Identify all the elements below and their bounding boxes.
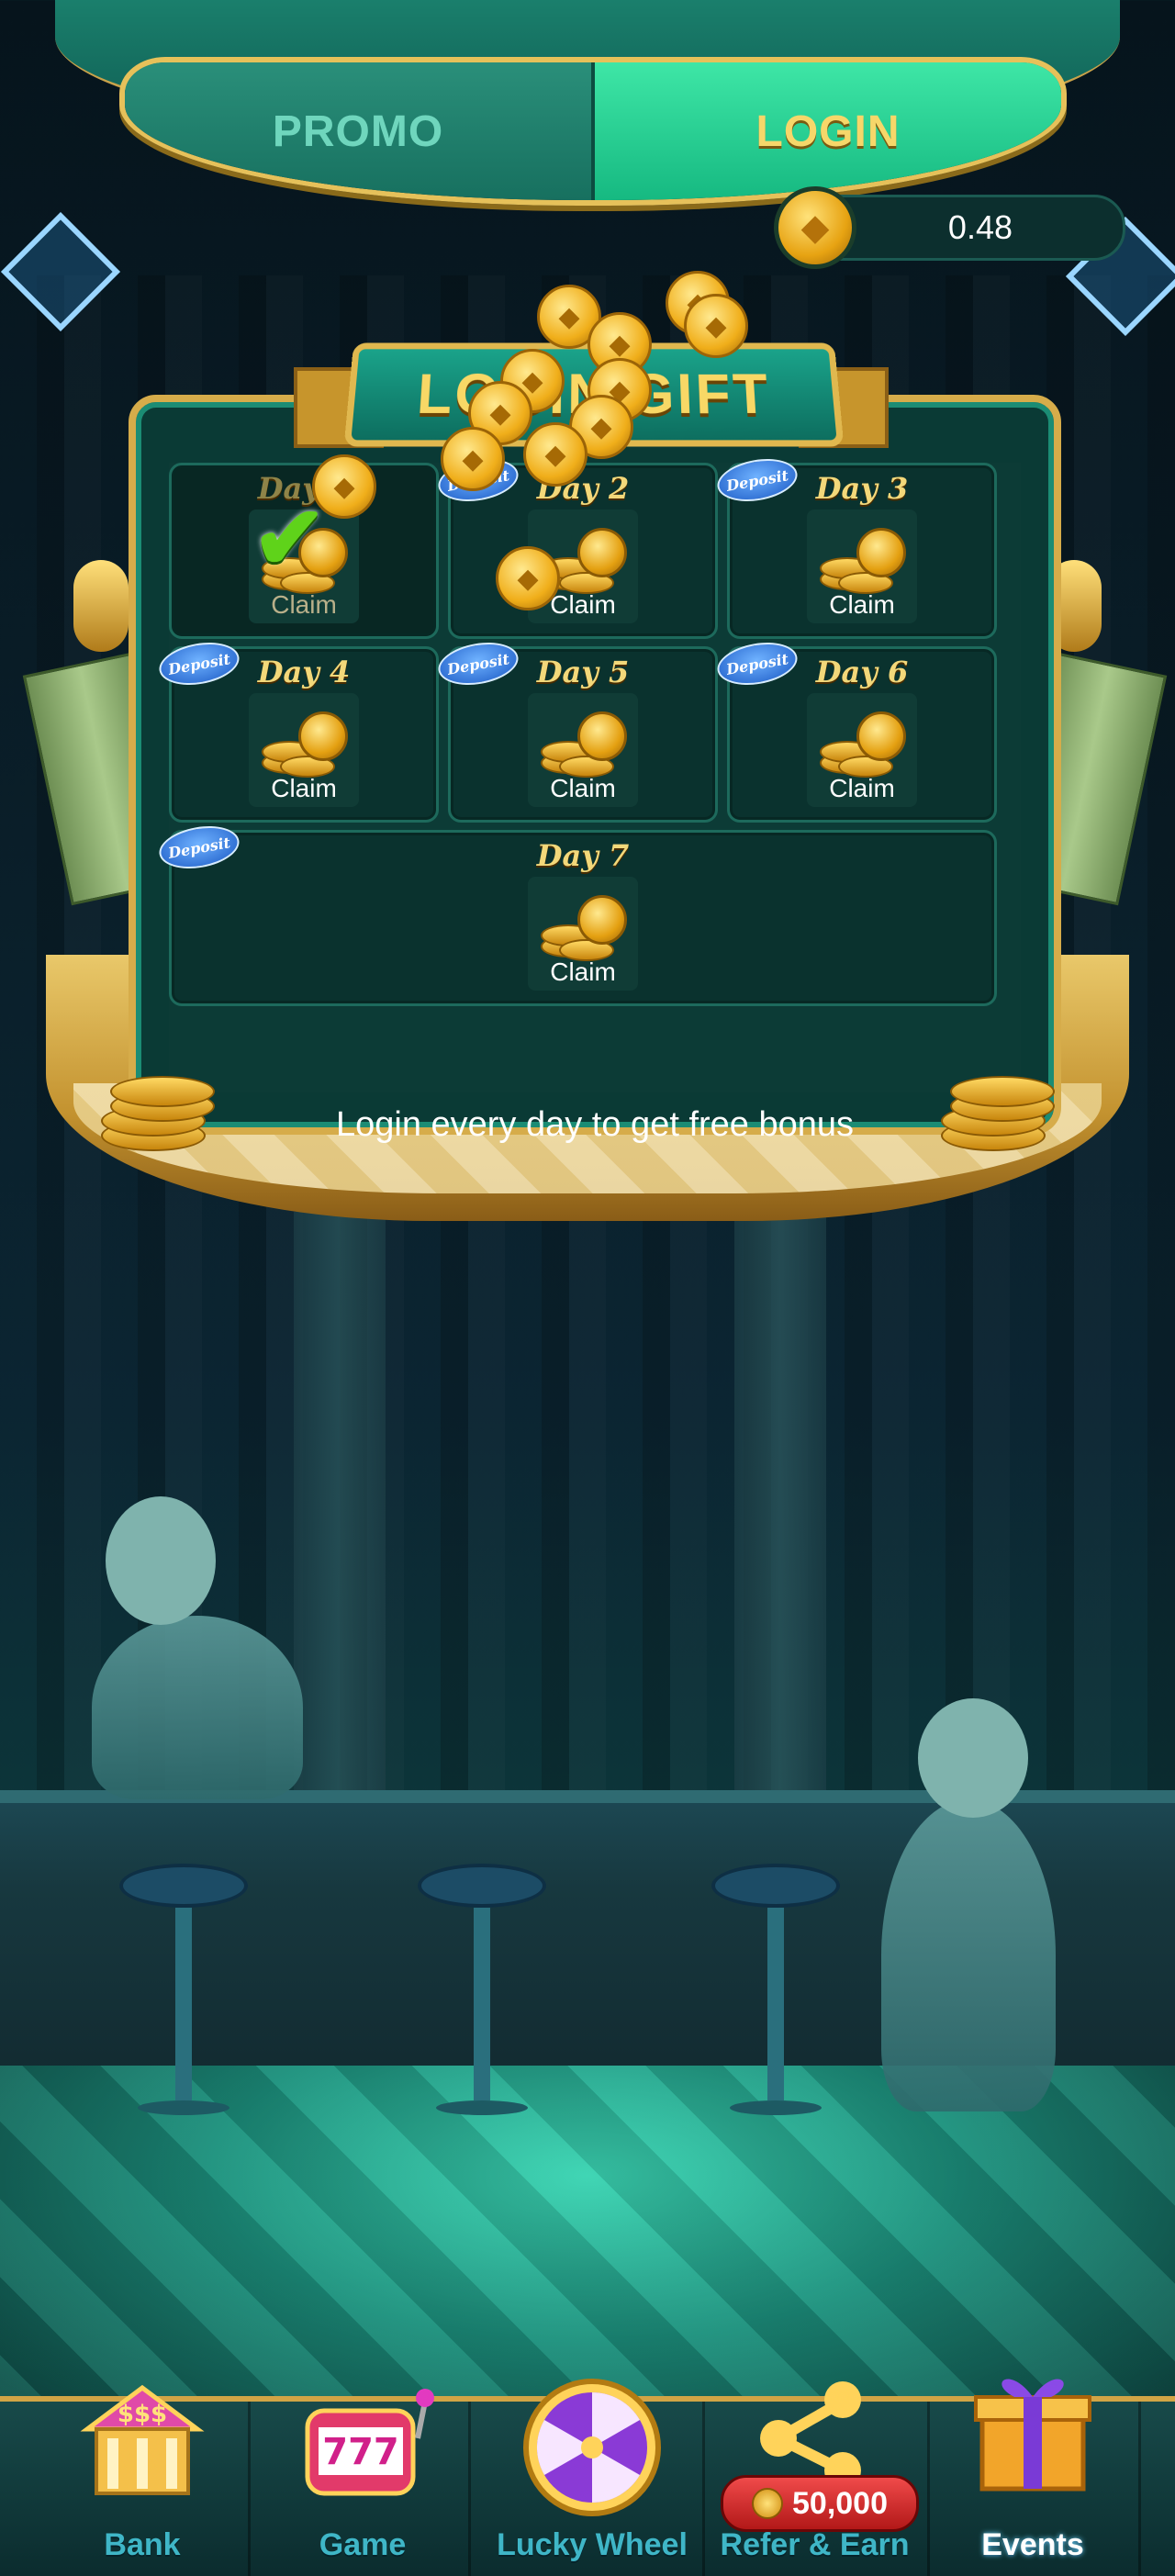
balance-display: ◆ 0.48 <box>774 186 1125 269</box>
nav-lucky-wheel-label: Lucky Wheel <box>497 2527 688 2562</box>
tab-bar: PROMO LOGIN <box>119 57 1067 206</box>
day-card-5[interactable]: Deposit Day 5 Claim <box>434 636 718 823</box>
nav-game-label: Game <box>319 2527 407 2562</box>
floating-coin-icon: ◆ <box>441 427 505 491</box>
coin-icon <box>752 2488 783 2519</box>
claim-label: Claim <box>271 774 337 802</box>
coin-reward-icon: Claim <box>528 877 638 991</box>
background-pillar <box>294 1212 386 1809</box>
day-label: Day 6 <box>815 655 909 689</box>
svg-text:777: 777 <box>322 2431 399 2473</box>
day-card-7[interactable]: Deposit Day 7 Claim <box>155 820 997 1006</box>
bar-stool <box>119 1864 248 2115</box>
claim-label: Claim <box>271 590 337 619</box>
nav-lucky-wheel[interactable]: Lucky Wheel <box>482 2379 705 2576</box>
nav-game[interactable]: 777 Game <box>257 2389 471 2576</box>
check-mark-icon: ✔ <box>252 489 327 588</box>
bar-stool <box>418 1864 546 2115</box>
coin-reward-icon: Claim <box>249 693 359 807</box>
day-label: Day 7 <box>536 838 630 873</box>
floating-coin-icon: ◆ <box>312 454 376 519</box>
nav-events[interactable]: Events <box>927 2379 1141 2576</box>
day-card-4[interactable]: Deposit Day 4 Claim <box>155 636 439 823</box>
gift-box-icon <box>974 2379 1091 2492</box>
coin-reward-icon: Claim <box>807 510 917 623</box>
wheel-icon <box>523 2379 661 2516</box>
panel-footer-text: Login every day to get free bonus <box>335 1105 855 1144</box>
nav-refer-earn[interactable]: 50,000 Refer & Earn <box>702 2381 930 2576</box>
day-card-6[interactable]: Deposit Day 6 Claim <box>713 636 997 823</box>
slot-777-icon: 777 <box>305 2389 434 2496</box>
day-grid: Day 1 Claim ✔ Deposit Day 2 Claim Deposi… <box>155 453 1021 1144</box>
tab-promo[interactable]: PROMO <box>125 62 595 200</box>
coin-reward-icon: Claim <box>528 693 638 807</box>
floating-coin-icon: ◆ <box>496 546 560 610</box>
coin-pile-icon <box>101 1065 215 1151</box>
floating-coin-icon: ◆ <box>523 422 588 487</box>
coin-pile-icon <box>941 1065 1055 1151</box>
bottom-navigation: $$$ Bank 777 Game Lucky Wheel 50,000 Ref… <box>0 2379 1175 2576</box>
day-label: Day 4 <box>257 655 351 689</box>
nav-events-label: Events <box>981 2527 1084 2562</box>
day-label: Day 5 <box>536 655 630 689</box>
day-card-3[interactable]: Deposit Day 3 Claim <box>713 453 997 639</box>
floating-coin-icon: ◆ <box>684 294 748 358</box>
coin-icon: ◆ <box>774 186 856 269</box>
nav-bank[interactable]: $$$ Bank <box>37 2384 251 2576</box>
bartender-character <box>92 1616 303 1799</box>
claim-label: Claim <box>550 958 616 986</box>
bank-icon: $$$ <box>80 2384 205 2495</box>
balance-value: 0.48 <box>947 208 1013 246</box>
day-card-2[interactable]: Deposit Day 2 Claim <box>434 453 718 639</box>
coin-reward-icon: Claim <box>807 693 917 807</box>
nav-refer-earn-label: Refer & Earn <box>720 2527 910 2562</box>
waitress-character <box>881 1799 1056 2111</box>
day-card-1[interactable]: Day 1 Claim ✔ <box>169 463 439 639</box>
login-gift-panel: Day 1 Claim ✔ Deposit Day 2 Claim Deposi… <box>129 395 1061 1144</box>
refer-reward-amount: 50,000 <box>792 2485 888 2521</box>
nav-bank-label: Bank <box>104 2527 181 2562</box>
svg-text:$$$: $$$ <box>118 2401 167 2428</box>
waitress-head <box>918 1698 1028 1818</box>
bartender-head <box>106 1496 216 1625</box>
claim-label: Claim <box>829 590 895 619</box>
refer-reward-badge: 50,000 <box>721 2475 919 2532</box>
bar-stool <box>711 1864 840 2115</box>
day-label: Day 3 <box>815 471 909 506</box>
tab-login[interactable]: LOGIN <box>595 62 1061 200</box>
background-pillar <box>734 1212 826 1809</box>
claim-label: Claim <box>550 774 616 802</box>
side-ornament-icon <box>73 560 129 652</box>
claim-label: Claim <box>829 774 895 802</box>
